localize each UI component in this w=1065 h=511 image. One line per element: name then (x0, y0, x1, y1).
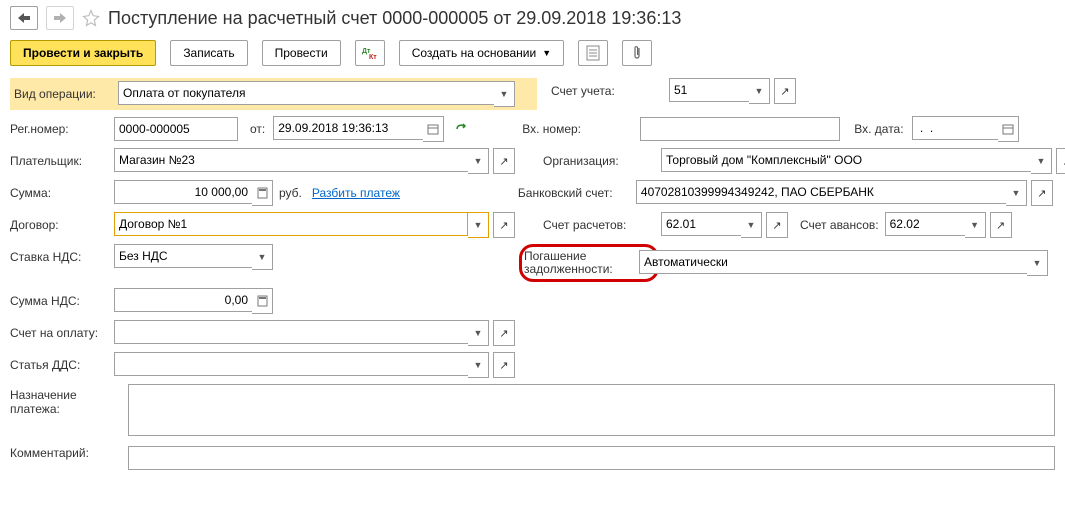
save-button[interactable]: Записать (170, 40, 247, 66)
reg-no-input[interactable] (114, 117, 238, 141)
account-open[interactable]: ↗ (774, 78, 796, 104)
in-no-input[interactable] (640, 117, 840, 141)
attachment-button[interactable] (622, 40, 652, 66)
comment-label: Комментарий: (10, 446, 114, 460)
create-based-label: Создать на основании (412, 46, 537, 60)
org-dropdown[interactable]: ▼ (1031, 148, 1052, 174)
create-based-on-button[interactable]: Создать на основании ▼ (399, 40, 564, 66)
report-icon (586, 45, 600, 61)
sum-input[interactable] (114, 180, 252, 204)
advance-input[interactable] (885, 212, 965, 236)
nav-back-button[interactable] (10, 6, 38, 30)
invoice-input[interactable] (114, 320, 468, 344)
invoice-open[interactable]: ↗ (493, 320, 515, 346)
calendar-icon (427, 123, 439, 135)
vat-sum-label: Сумма НДС: (10, 294, 114, 308)
payer-label: Плательщик: (10, 154, 114, 168)
settle-open[interactable]: ↗ (766, 212, 788, 238)
vat-rate-input[interactable] (114, 244, 252, 268)
report-button[interactable] (578, 40, 608, 66)
date-calendar[interactable] (423, 116, 444, 142)
op-type-input[interactable] (118, 81, 494, 105)
contract-open[interactable]: ↗ (493, 212, 515, 238)
account-dropdown[interactable]: ▼ (749, 78, 770, 104)
advance-open[interactable]: ↗ (990, 212, 1012, 238)
payer-dropdown[interactable]: ▼ (468, 148, 489, 174)
debt-dropdown[interactable]: ▼ (1027, 250, 1048, 276)
nav-forward-button (46, 6, 74, 30)
bank-open[interactable]: ↗ (1031, 180, 1053, 206)
favorite-star-icon[interactable] (82, 9, 100, 27)
from-label: от: (250, 122, 265, 136)
page-title: Поступление на расчетный счет 0000-00000… (108, 8, 681, 29)
advance-label: Счет авансов: (800, 218, 879, 232)
post-and-close-button[interactable]: Провести и закрыть (10, 40, 156, 66)
contract-input[interactable] (114, 212, 468, 236)
debt-label: Погашение задолженности: (524, 250, 634, 276)
paperclip-icon (632, 45, 642, 61)
currency-label: руб. (279, 186, 302, 200)
vat-sum-calc[interactable] (252, 288, 273, 314)
chevron-down-icon: ▼ (542, 48, 551, 58)
org-label: Организация: (543, 154, 661, 168)
dds-label: Статья ДДС: (10, 358, 114, 372)
account-label: Счет учета: (551, 84, 669, 98)
calculator-icon (257, 295, 268, 307)
svg-text:Кт: Кт (369, 54, 377, 60)
advance-dropdown[interactable]: ▼ (965, 212, 986, 238)
refresh-icon[interactable] (454, 122, 468, 136)
invoice-label: Счет на оплату: (10, 326, 114, 340)
post-button[interactable]: Провести (262, 40, 341, 66)
in-date-calendar[interactable] (998, 116, 1019, 142)
payer-open[interactable]: ↗ (493, 148, 515, 174)
contract-dropdown[interactable]: ▼ (468, 212, 489, 238)
settle-label: Счет расчетов: (543, 218, 661, 232)
dds-dropdown[interactable]: ▼ (468, 352, 489, 378)
vat-rate-label: Ставка НДС: (10, 250, 114, 264)
reg-no-label: Рег.номер: (10, 122, 114, 136)
in-date-label: Вх. дата: (854, 122, 903, 136)
sum-calc[interactable] (252, 180, 273, 206)
debt-callout: Погашение задолженности: (519, 244, 659, 282)
bank-dropdown[interactable]: ▼ (1006, 180, 1027, 206)
dt-kt-button[interactable]: ДтКт (355, 40, 385, 66)
dt-kt-icon: ДтКт (362, 46, 378, 60)
op-type-dropdown[interactable]: ▼ (494, 81, 515, 107)
invoice-dropdown[interactable]: ▼ (468, 320, 489, 346)
debt-input[interactable] (639, 250, 1027, 274)
date-input[interactable] (273, 116, 423, 140)
split-payment-link[interactable]: Разбить платеж (312, 186, 400, 200)
calculator-icon (257, 187, 268, 199)
in-date-input[interactable] (912, 116, 998, 140)
vat-rate-dropdown[interactable]: ▼ (252, 244, 273, 270)
settle-input[interactable] (661, 212, 741, 236)
op-type-label: Вид операции: (14, 87, 118, 101)
settle-dropdown[interactable]: ▼ (741, 212, 762, 238)
contract-label: Договор: (10, 218, 114, 232)
purpose-label: Назначение платежа: (10, 384, 114, 416)
payer-input[interactable] (114, 148, 468, 172)
bank-input[interactable] (636, 180, 1006, 204)
dds-open[interactable]: ↗ (493, 352, 515, 378)
bank-label: Банковский счет: (518, 186, 636, 200)
org-input[interactable] (661, 148, 1031, 172)
comment-input[interactable] (128, 446, 1055, 470)
purpose-textarea[interactable] (128, 384, 1055, 436)
vat-sum-input[interactable] (114, 288, 252, 312)
dds-input[interactable] (114, 352, 468, 376)
org-open[interactable]: ↗ (1056, 148, 1065, 174)
calendar-icon (1002, 123, 1014, 135)
account-input[interactable] (669, 78, 749, 102)
in-no-label: Вх. номер: (522, 122, 640, 136)
sum-label: Сумма: (10, 186, 114, 200)
